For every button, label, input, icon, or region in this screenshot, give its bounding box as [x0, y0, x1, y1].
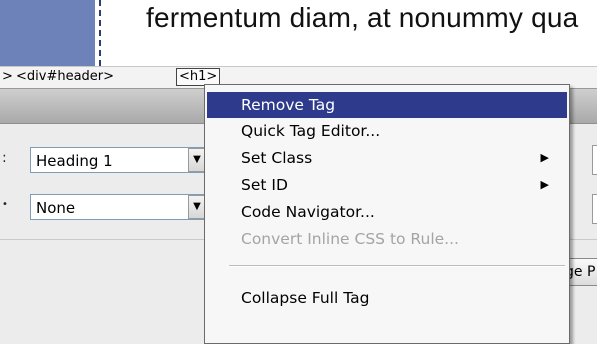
- right-field-top[interactable]: [592, 145, 597, 175]
- tag-div-header[interactable]: <div#header>: [16, 69, 114, 84]
- menu-item-convert-inline-css: Convert Inline CSS to Rule...: [207, 226, 567, 252]
- right-field-bottom[interactable]: [592, 194, 597, 224]
- tag-arrow: >: [2, 69, 13, 84]
- submenu-arrow-icon: ▶: [540, 151, 549, 164]
- id-label: •: [2, 199, 8, 210]
- div-boundary-line: [99, 0, 101, 66]
- menu-item-code-navigator[interactable]: Code Navigator...: [207, 199, 567, 225]
- body-text: fermentum diam, at nonummy qua: [146, 2, 579, 33]
- menu-item-label: Code Navigator...: [241, 203, 375, 221]
- menu-item-quick-tag-editor[interactable]: Quick Tag Editor...: [207, 118, 567, 144]
- menu-item-label: Set ID: [241, 176, 288, 194]
- submenu-arrow-icon: ▶: [540, 178, 549, 191]
- menu-item-collapse-full-tag[interactable]: Collapse Full Tag: [207, 285, 567, 311]
- menu-item-label: Set Class: [241, 149, 313, 167]
- format-label: :: [2, 150, 7, 166]
- menu-item-set-id[interactable]: Set ID ▶: [207, 172, 567, 198]
- menu-item-label: Quick Tag Editor...: [241, 122, 381, 140]
- menu-item-remove-tag[interactable]: Remove Tag: [207, 92, 567, 118]
- format-select[interactable]: Heading 1: [30, 147, 206, 173]
- menu-item-label: Remove Tag: [241, 96, 336, 114]
- header-block: [0, 0, 95, 66]
- menu-item-set-class[interactable]: Set Class ▶: [207, 145, 567, 171]
- menu-item-label: Collapse Full Tag: [241, 289, 370, 307]
- tag-context-menu: Remove Tag Quick Tag Editor... Set Class…: [204, 84, 570, 344]
- design-view[interactable]: fermentum diam, at nonummy qua: [0, 0, 597, 66]
- id-select[interactable]: None: [30, 194, 206, 220]
- menu-item-label: Convert Inline CSS to Rule...: [241, 230, 459, 248]
- menu-separator: [229, 265, 565, 267]
